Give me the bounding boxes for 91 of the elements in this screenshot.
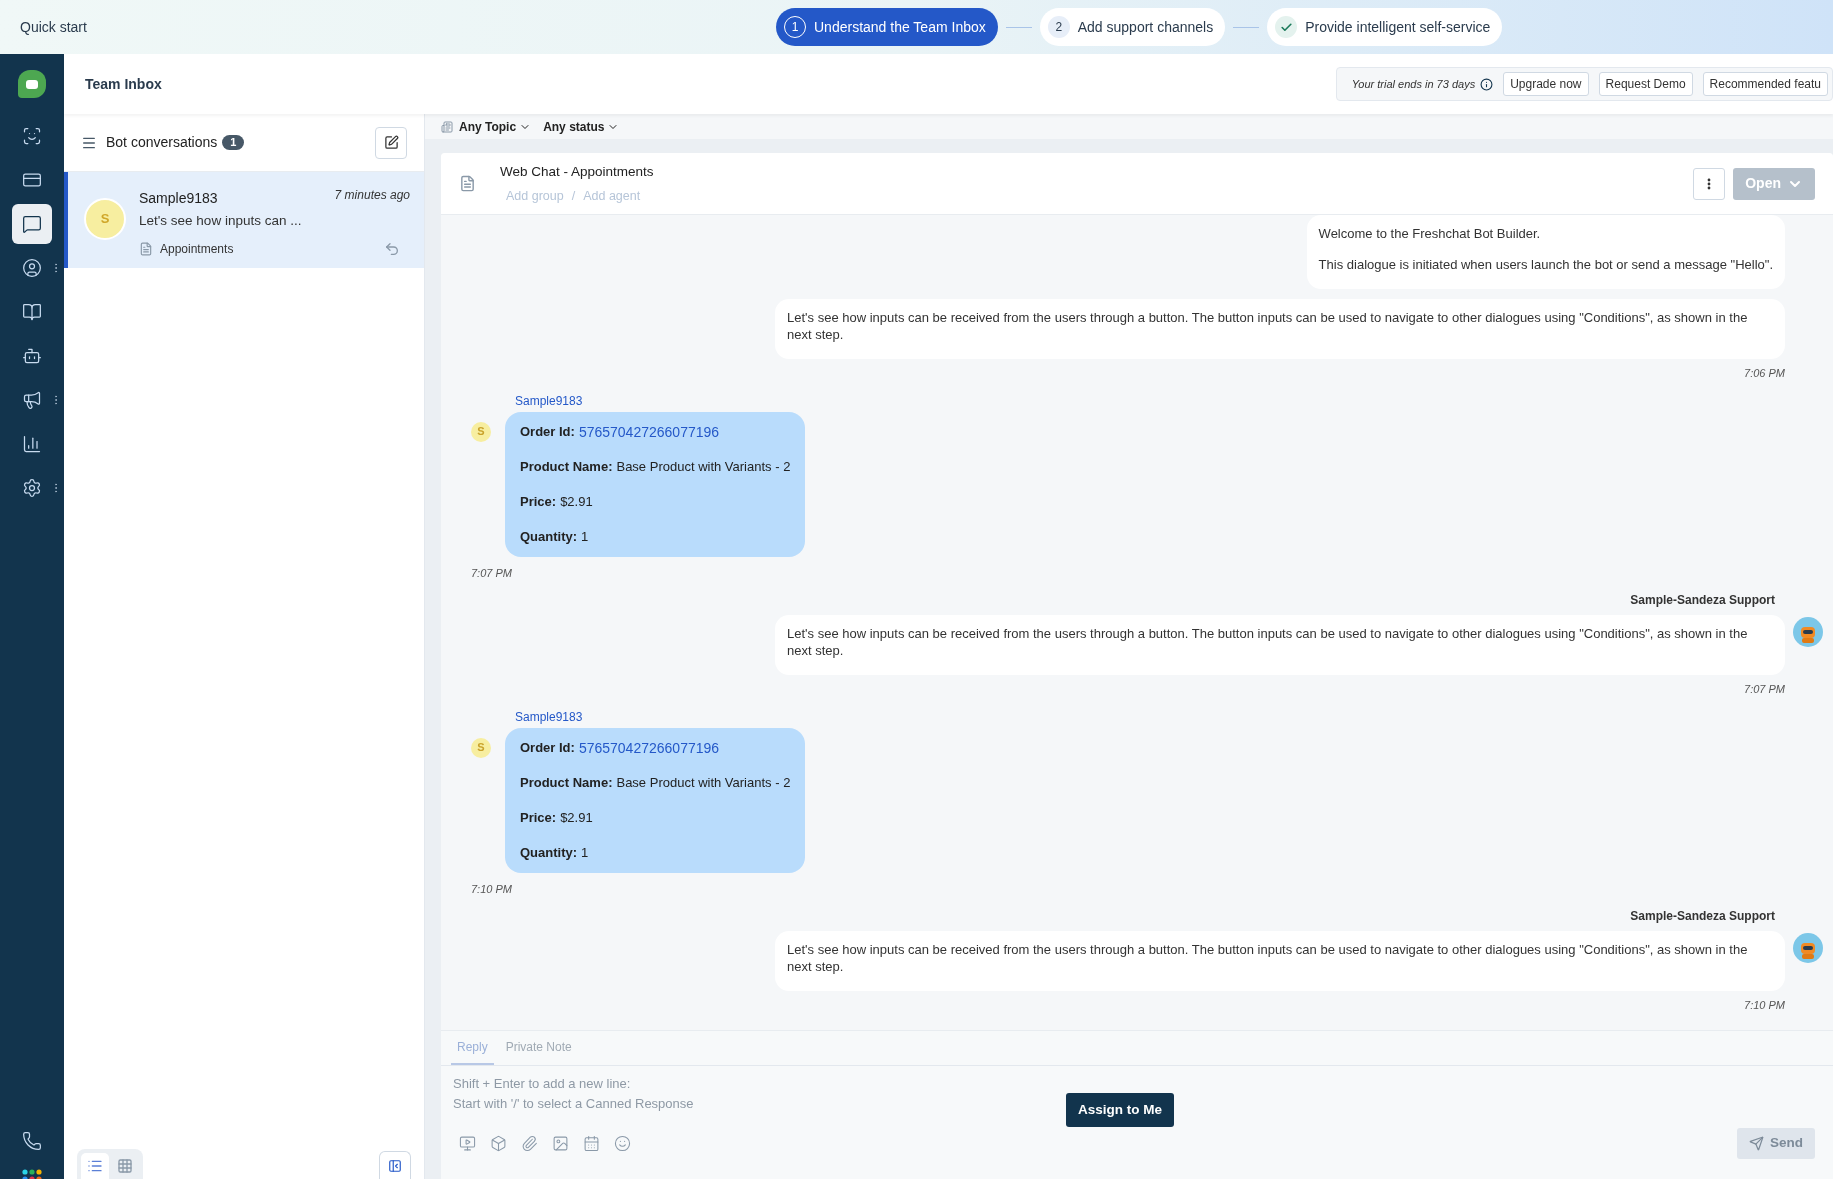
emoji-icon[interactable] <box>614 1135 631 1152</box>
field-label: Order Id: <box>520 422 575 441</box>
field-label: Order Id: <box>520 738 575 757</box>
bot-avatar-icon <box>1793 617 1823 647</box>
message-time: 7:07 PM <box>471 565 512 581</box>
trial-text: Your trial ends in 73 days <box>1351 76 1476 92</box>
panel-collapse-icon <box>388 1158 402 1173</box>
list-icon <box>87 1158 103 1174</box>
conversation-item[interactable]: S Sample9183 7 minutes ago Let's see how inputs can ... Appointments <box>64 172 424 268</box>
field-label: Product Name: <box>520 457 613 476</box>
assign-to-me-button[interactable]: Assign to Me <box>1066 1093 1174 1127</box>
message-time: 7:10 PM <box>1744 998 1785 1013</box>
topic-icon <box>441 120 453 133</box>
message-text: Welcome to the Freshchat Bot Builder. <box>1318 225 1542 242</box>
message-time: 7:06 PM <box>1744 366 1785 381</box>
field-value: $2.91 <box>560 492 593 511</box>
pencil-icon <box>383 135 399 150</box>
step-label: Understand the Team Inbox <box>814 17 986 37</box>
step-pill[interactable]: 2 Add support channels <box>1039 8 1226 46</box>
field-label: Quantity: <box>520 843 578 862</box>
header-button[interactable]: Request Demo <box>1598 72 1693 96</box>
book-icon <box>22 302 42 322</box>
step-number: 2 <box>1047 16 1070 38</box>
header-button[interactable]: Recommended featu <box>1702 72 1828 96</box>
page-title: Team Inbox <box>85 74 162 94</box>
phone-icon[interactable] <box>22 1131 42 1151</box>
step-label: Add support channels <box>1077 17 1214 37</box>
contact-name: Sample9183 <box>139 189 218 208</box>
conversation-time: 7 minutes ago <box>334 187 410 204</box>
count-badge: 1 <box>222 135 245 150</box>
video-icon[interactable] <box>459 1135 476 1152</box>
megaphone-icon <box>22 390 42 410</box>
apps-grid-icon[interactable] <box>22 1169 42 1179</box>
chat-icon <box>22 214 42 234</box>
field-label: Product Name: <box>520 773 613 792</box>
compose-button[interactable] <box>375 126 407 159</box>
bot-avatar-icon <box>1793 933 1823 963</box>
message-time: 7:10 PM <box>471 881 512 897</box>
list-view-button[interactable] <box>81 1153 109 1179</box>
app-logo-icon <box>18 70 46 98</box>
field-label: Price: <box>520 808 557 827</box>
user-avatar: S <box>471 737 491 758</box>
nav-button[interactable] <box>12 204 52 244</box>
field-value: $2.91 <box>560 808 593 827</box>
collapse-panel-button[interactable] <box>379 1151 411 1179</box>
sender-name: Sample9183 <box>515 708 583 726</box>
banner-title: Quick start <box>20 17 87 37</box>
user-avatar: S <box>471 421 491 442</box>
chart-icon <box>22 434 42 454</box>
more-icon <box>1707 177 1712 190</box>
contact-avatar: S <box>84 198 126 240</box>
message-preview: Let's see how inputs can ... <box>139 212 303 230</box>
message-text: Let's see how inputs can be received from the users through a button. The button inputs can be used to navigate to other dialogues using "Conditions", as shown in the next step. <box>787 941 1749 975</box>
filter-dropdown[interactable]: Any status <box>543 117 620 136</box>
topic-icon <box>139 242 153 257</box>
field-value: 1 <box>581 843 589 862</box>
filter-dropdown[interactable]: Any Topic <box>441 117 532 136</box>
user-icon <box>22 258 42 278</box>
sender-name: Sample-Sandeza Support <box>1630 908 1775 925</box>
list-title[interactable]: Bot conversations <box>106 132 218 153</box>
send-icon <box>1749 1136 1764 1151</box>
conversation-title: Web Chat - Appointments <box>500 162 654 181</box>
step-pill[interactable]: Provide intelligent self-service <box>1267 8 1503 46</box>
message-text: Let's see how inputs can be received from the users through a button. The button inputs can be used to navigate to other dialogues using "Conditions", as shown in the next step. <box>787 309 1749 343</box>
field-value: Base Product with Variants - 2 <box>616 773 791 792</box>
message-text: This dialogue is initiated when users launch the bot or send a message "Hello". <box>1318 256 1773 273</box>
calendar-icon[interactable] <box>583 1135 600 1152</box>
step-label: Provide intelligent self-service <box>1305 17 1491 37</box>
sender-name: Sample9183 <box>515 392 583 410</box>
separator: / <box>571 187 576 205</box>
sender-name: Sample-Sandeza Support <box>1630 592 1775 609</box>
message-text: Let's see how inputs can be received from the users through a button. The button inputs can be used to navigate to other dialogues using "Conditions", as shown in the next step. <box>787 625 1749 659</box>
info-icon[interactable] <box>1480 77 1494 91</box>
order-link[interactable]: 576570427266077196 <box>578 421 720 442</box>
order-link[interactable]: 576570427266077196 <box>578 737 720 758</box>
step-pill[interactable]: 1 Understand the Team Inbox <box>776 8 998 46</box>
header-button[interactable]: Upgrade now <box>1503 72 1589 96</box>
gear-icon <box>22 478 42 498</box>
field-label: Quantity: <box>520 527 578 546</box>
channel-icon <box>459 175 476 192</box>
field-label: Price: <box>520 492 557 511</box>
topic-label: Appointments <box>160 241 234 259</box>
field-value: 1 <box>581 527 589 546</box>
message-time: 7:07 PM <box>1744 682 1785 697</box>
reply-icon <box>384 241 400 258</box>
box-icon[interactable] <box>490 1135 507 1152</box>
bot-icon <box>22 346 42 366</box>
grid-icon <box>117 1158 133 1174</box>
image-icon[interactable] <box>552 1135 569 1152</box>
face-scan-icon <box>22 126 42 146</box>
field-value: Base Product with Variants - 2 <box>616 457 791 476</box>
